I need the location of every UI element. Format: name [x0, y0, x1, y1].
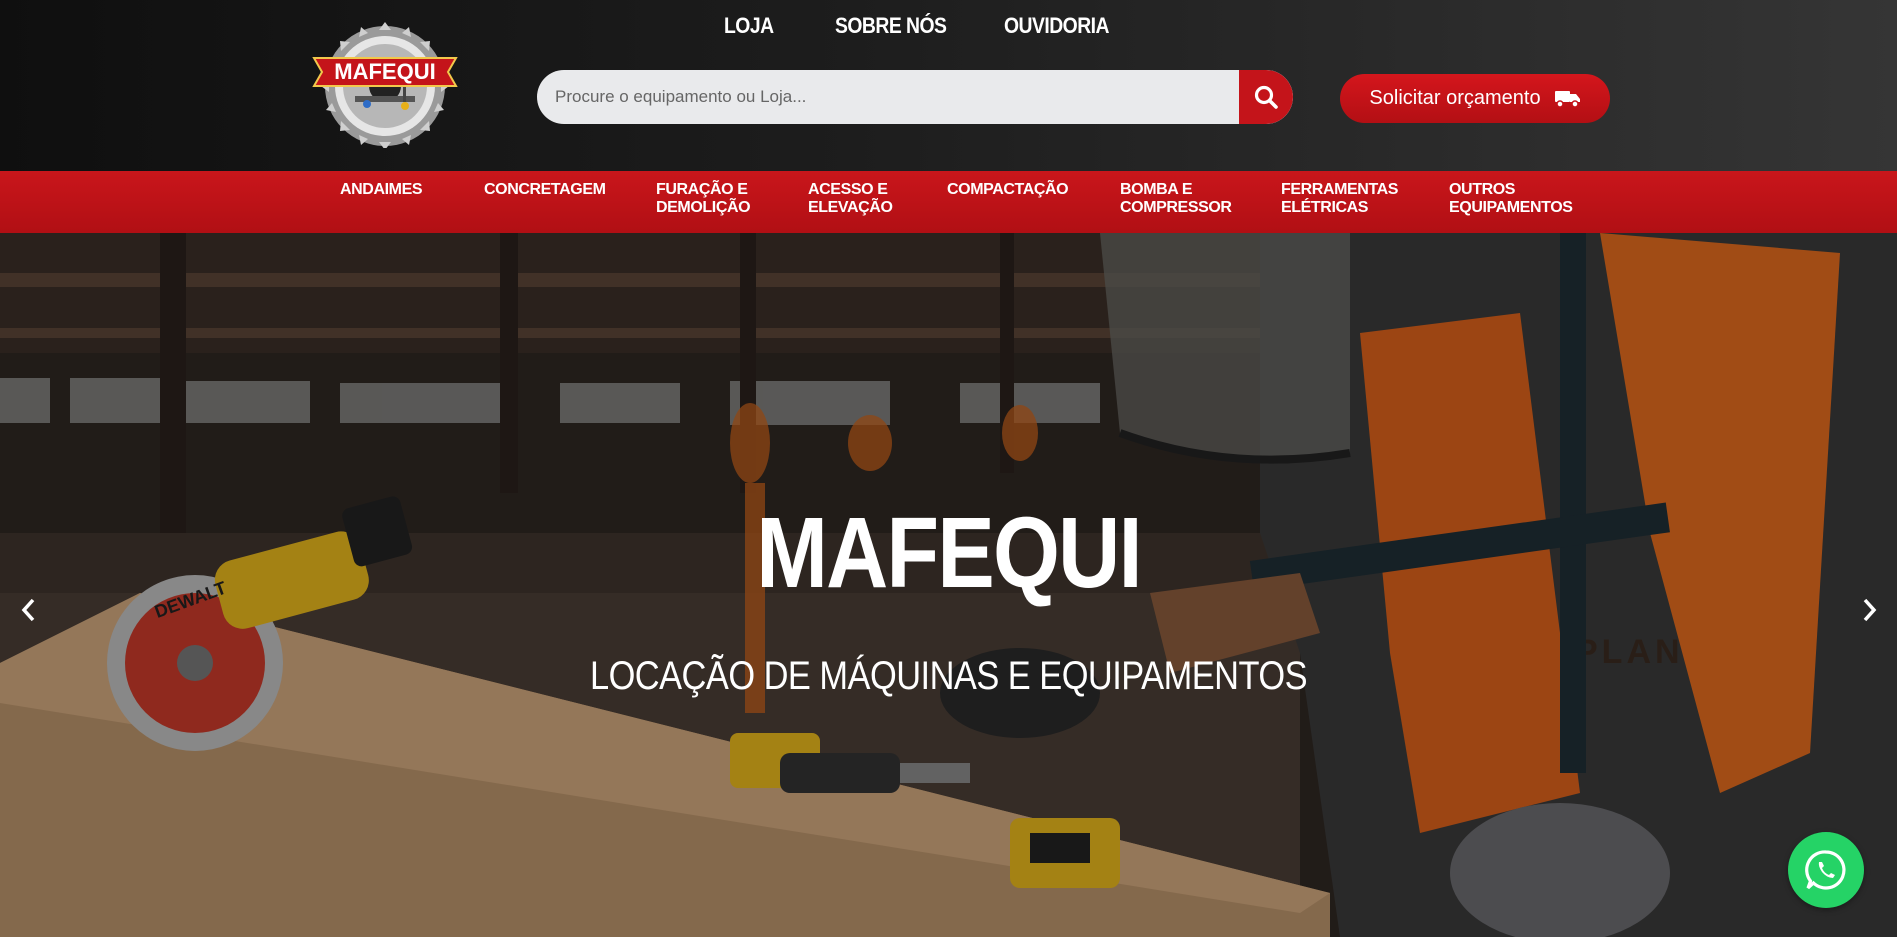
- nav-link-loja[interactable]: LOJA: [724, 10, 774, 42]
- logo-text: MAFEQUI: [334, 59, 435, 84]
- search-button[interactable]: [1239, 70, 1293, 124]
- request-quote-label: Solicitar orçamento: [1369, 87, 1541, 109]
- search-bar: [537, 70, 1293, 124]
- nav-link-sobre-nos[interactable]: SOBRE NÓS: [835, 10, 947, 42]
- truck-icon: [1554, 90, 1580, 108]
- category-compactacao[interactable]: COMPACTAÇÃO: [947, 181, 1069, 199]
- hero-slider: DEWALT PLAN MAFEQUI LOCAÇÃO DE MÁQUINAS …: [0, 233, 1897, 937]
- category-bomba-compressor[interactable]: BOMBA E COMPRESSOR: [1120, 181, 1232, 217]
- slider-prev-button[interactable]: [13, 590, 43, 630]
- hero-subtitle: LOCAÇÃO DE MÁQUINAS E EQUIPAMENTOS: [589, 654, 1308, 698]
- category-concretagem[interactable]: CONCRETAGEM: [484, 181, 606, 199]
- search-icon: [1254, 85, 1278, 109]
- nav-link-ouvidoria[interactable]: OUVIDORIA: [1004, 10, 1109, 42]
- category-outros-equipamentos[interactable]: OUTROS EQUIPAMENTOS: [1449, 181, 1573, 217]
- hero-title: MAFEQUI: [756, 497, 1142, 609]
- category-andaimes[interactable]: ANDAIMES: [340, 181, 423, 199]
- whatsapp-icon: [1805, 850, 1846, 890]
- search-input[interactable]: [537, 70, 1237, 124]
- site-header: MAFEQUI LOJA SOBRE NÓS OUVIDORIA Solicit…: [0, 0, 1897, 171]
- chevron-right-icon: [1863, 598, 1877, 622]
- category-bar: ANDAIMES CONCRETAGEM FURAÇÃO E DEMOLIÇÃO…: [0, 171, 1897, 233]
- chevron-left-icon: [21, 598, 35, 622]
- slider-next-button[interactable]: [1855, 590, 1885, 630]
- category-acesso-elevacao[interactable]: ACESSO E ELEVAÇÃO: [808, 181, 893, 217]
- request-quote-button[interactable]: Solicitar orçamento: [1340, 74, 1610, 123]
- top-nav: LOJA SOBRE NÓS OUVIDORIA: [0, 10, 1897, 46]
- category-ferramentas-eletricas[interactable]: FERRAMENTAS ELÉTRICAS: [1281, 181, 1398, 217]
- category-furacao-demolicao[interactable]: FURAÇÃO E DEMOLIÇÃO: [656, 181, 751, 217]
- whatsapp-button[interactable]: [1788, 832, 1864, 908]
